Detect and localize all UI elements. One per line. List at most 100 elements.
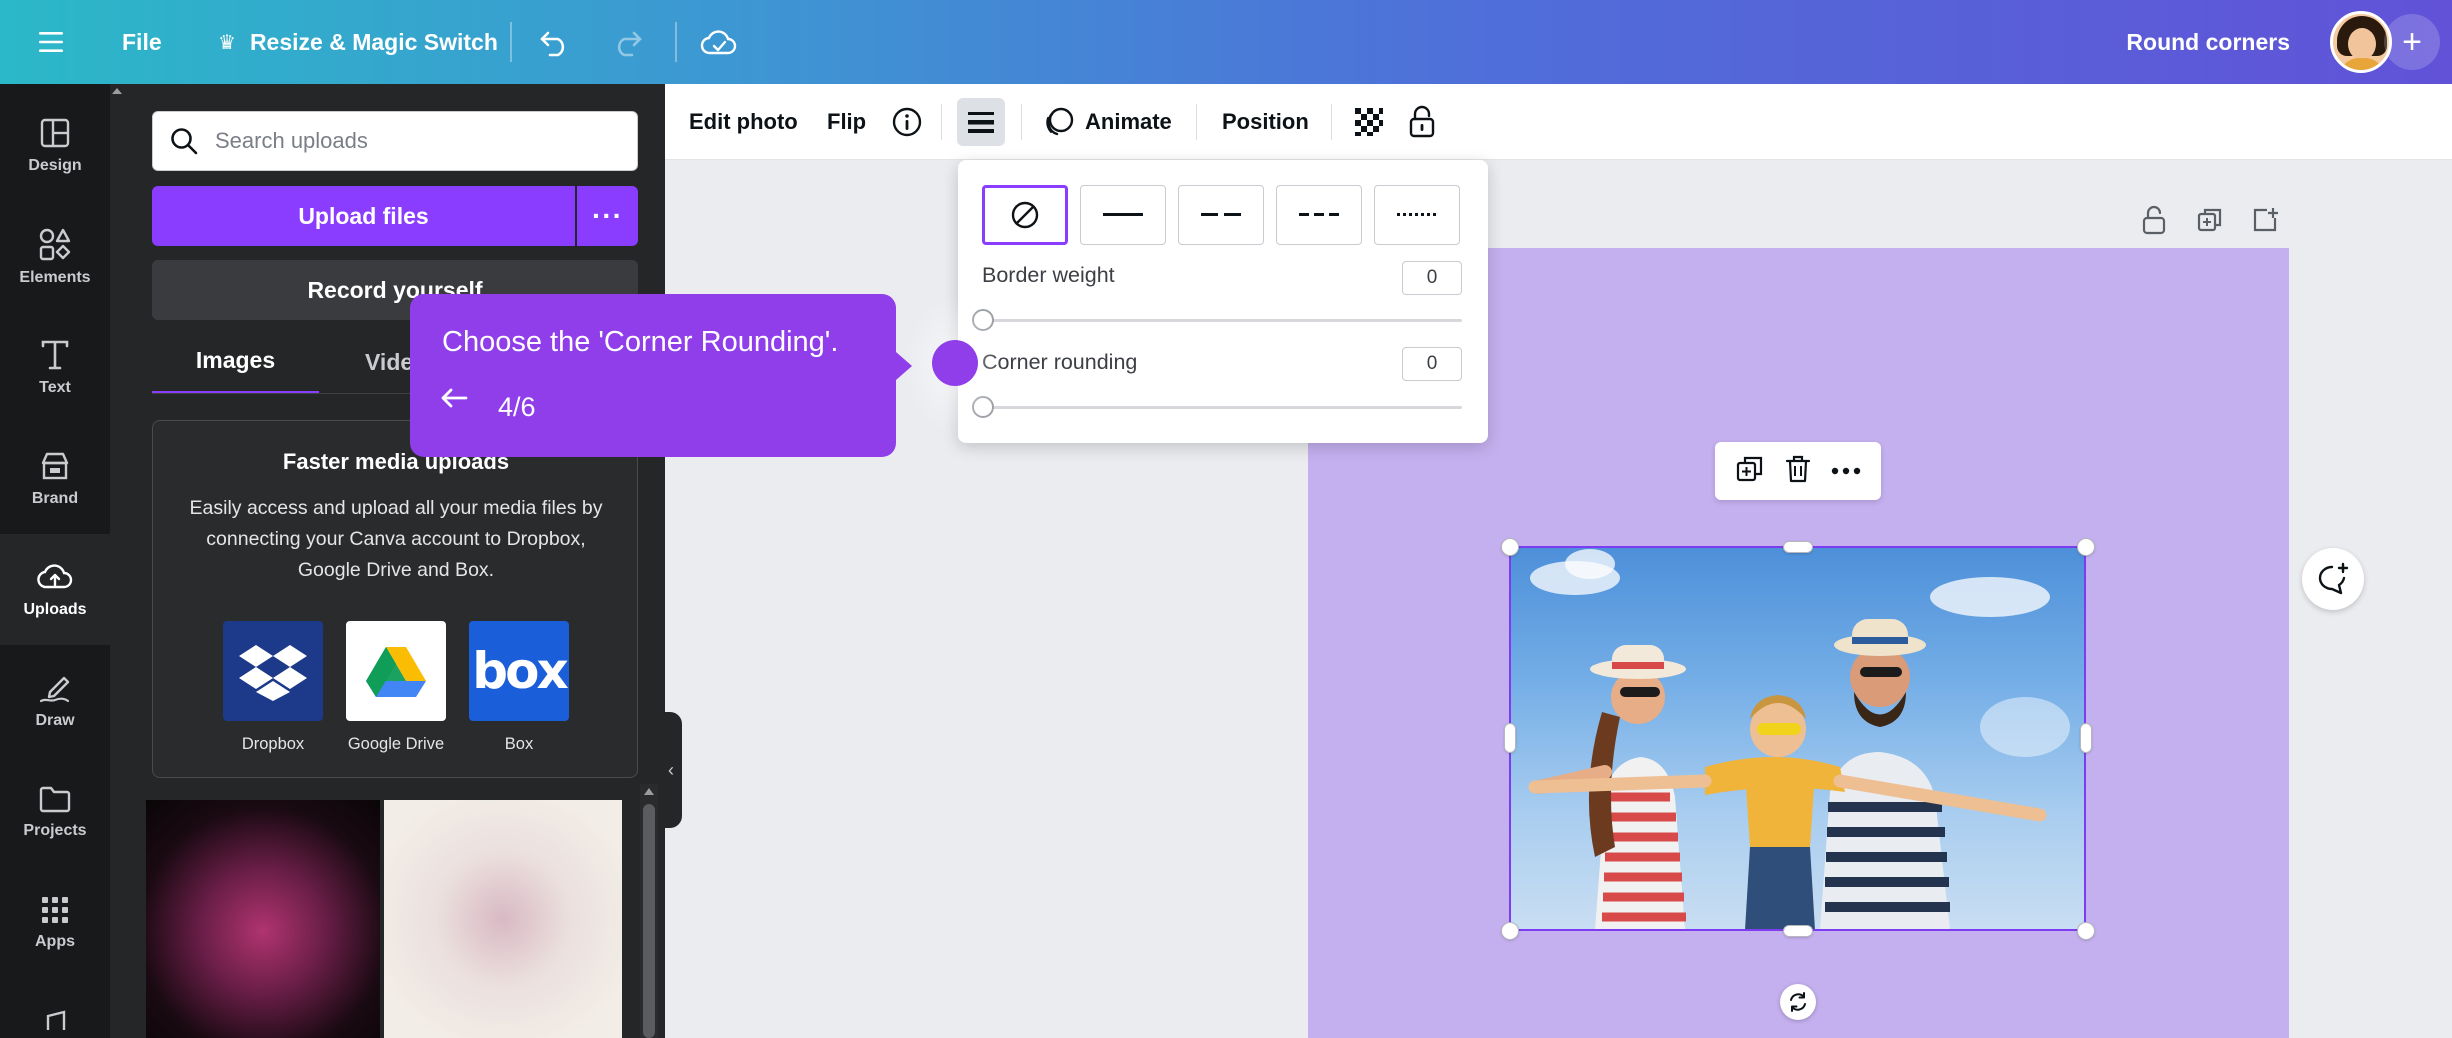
context-toolbar: Edit photo Flip Animate Position <box>665 84 2452 160</box>
add-people-plus-icon[interactable]: + <box>2384 14 2440 70</box>
border-style-solid[interactable] <box>1080 185 1166 245</box>
guide-instruction: Choose the 'Corner Rounding'. <box>442 326 838 359</box>
upload-files-button[interactable]: Upload files <box>152 186 575 246</box>
rotate-icon[interactable] <box>1780 984 1816 1020</box>
divider <box>510 22 512 62</box>
add-comment-icon[interactable] <box>2302 548 2364 610</box>
user-avatar[interactable] <box>2330 11 2392 73</box>
divider <box>941 104 942 140</box>
border-style-long-dash[interactable] <box>1178 185 1264 245</box>
animate-label: Animate <box>1085 109 1172 135</box>
resize-handle-bottom-left[interactable] <box>1502 923 1518 939</box>
rail-item-uploads[interactable]: Uploads <box>0 534 110 645</box>
rail-item-more[interactable] <box>0 978 110 1038</box>
tab-images[interactable]: Images <box>152 330 319 394</box>
undo-icon[interactable] <box>538 0 572 84</box>
rail-label: Projects <box>23 822 86 840</box>
corner-rounding-value[interactable]: 0 <box>1402 347 1462 381</box>
rail-label: Design <box>28 157 81 175</box>
copy-element-icon[interactable] <box>1735 454 1765 489</box>
folder-icon <box>38 784 72 814</box>
collapse-panel-chevron-icon[interactable]: ‹ <box>660 712 682 828</box>
solid-line-icon <box>1103 213 1143 217</box>
resize-handle-top[interactable] <box>1784 542 1812 552</box>
service-label: Dropbox <box>223 735 323 754</box>
rail-label: Uploads <box>23 601 86 619</box>
edit-photo-button[interactable]: Edit photo <box>689 84 798 160</box>
short-dash-icon <box>1299 213 1339 217</box>
google-drive-connect[interactable]: Google Drive <box>346 621 446 754</box>
resize-handle-top-right[interactable] <box>2078 539 2094 555</box>
border-weight-value[interactable]: 0 <box>1402 261 1462 295</box>
rail-item-design[interactable]: Design <box>0 90 110 201</box>
page-lock-icon[interactable] <box>2141 200 2167 240</box>
cloud-upload-icon <box>37 561 73 593</box>
menu-icon[interactable] <box>36 0 70 84</box>
cloud-saved-icon[interactable] <box>700 0 738 84</box>
back-arrow-icon[interactable] <box>440 384 468 416</box>
rail-item-projects[interactable]: Projects <box>0 756 110 867</box>
rail-item-elements[interactable]: Elements <box>0 201 110 312</box>
selection-border <box>1509 546 2086 931</box>
design-icon <box>39 117 71 149</box>
duplicate-page-icon[interactable] <box>2196 200 2224 240</box>
trash-icon[interactable] <box>1784 454 1812 489</box>
rail-label: Elements <box>19 269 90 287</box>
resize-handle-left[interactable] <box>1505 724 1515 752</box>
file-menu-button[interactable]: File <box>122 0 162 84</box>
upload-more-options-icon[interactable]: ··· <box>577 186 638 246</box>
elements-icon <box>38 227 72 261</box>
guide-step-counter: 4/6 <box>498 392 536 423</box>
lock-icon[interactable] <box>1408 84 1436 160</box>
search-uploads-input[interactable] <box>215 128 615 154</box>
design-title[interactable]: Round corners <box>2126 0 2290 84</box>
panel-scrollbar[interactable] <box>640 784 658 1038</box>
redo-icon[interactable] <box>610 0 644 84</box>
draw-pen-icon <box>38 672 72 704</box>
resize-magic-switch-label: Resize & Magic Switch <box>250 29 498 56</box>
corner-rounding-slider[interactable] <box>982 406 1462 409</box>
service-label: Box <box>469 735 569 754</box>
border-style-short-dash[interactable] <box>1276 185 1362 245</box>
border-style-none[interactable] <box>982 185 1068 245</box>
guide-hotspot-dot[interactable] <box>932 340 978 386</box>
add-page-icon[interactable] <box>2251 200 2279 240</box>
search-uploads-field[interactable] <box>152 111 638 171</box>
top-bar: File ♛ Resize & Magic Switch Round corne… <box>0 0 2452 84</box>
resize-handle-top-left[interactable] <box>1502 539 1518 555</box>
border-weight-slider[interactable] <box>982 319 1462 322</box>
resize-handle-bottom-right[interactable] <box>2078 923 2094 939</box>
no-border-icon <box>1009 199 1041 231</box>
guide-tooltip-pointer <box>896 352 912 380</box>
transparency-icon[interactable] <box>1353 84 1385 160</box>
rail-item-apps[interactable]: Apps <box>0 867 110 978</box>
crown-icon: ♛ <box>218 30 236 55</box>
animate-button[interactable]: Animate <box>1043 84 1172 160</box>
resize-handle-bottom[interactable] <box>1784 926 1812 936</box>
uploaded-image-thumbnail[interactable] <box>384 800 622 1038</box>
panel-scroll-up-icon[interactable] <box>112 88 122 94</box>
long-dash-icon <box>1201 213 1241 217</box>
flip-button[interactable]: Flip <box>827 84 866 160</box>
search-icon <box>169 126 199 156</box>
more-options-icon[interactable] <box>1831 462 1861 480</box>
divider <box>1021 104 1022 140</box>
corner-rounding-label: Corner rounding <box>982 350 1137 375</box>
border-style-dotted[interactable] <box>1374 185 1460 245</box>
rail-item-text[interactable]: Text <box>0 312 110 423</box>
left-rail: Design Elements Text Brand Uploads Draw … <box>0 84 110 1038</box>
rail-item-brand[interactable]: Brand <box>0 423 110 534</box>
element-floating-toolbar <box>1715 442 1881 500</box>
resize-magic-switch-button[interactable]: ♛ Resize & Magic Switch <box>218 0 498 84</box>
border-style-icon[interactable] <box>957 98 1005 146</box>
resize-handle-right[interactable] <box>2081 724 2091 752</box>
rail-item-draw[interactable]: Draw <box>0 645 110 756</box>
uploaded-image-thumbnail[interactable] <box>146 800 380 1038</box>
position-button[interactable]: Position <box>1222 84 1309 160</box>
dropbox-connect[interactable]: Dropbox <box>223 621 323 754</box>
rail-label: Draw <box>35 712 74 730</box>
faster-media-uploads-card: Faster media uploads Easily access and u… <box>152 420 638 778</box>
box-connect[interactable]: box Box <box>469 621 569 754</box>
info-icon[interactable] <box>891 84 923 160</box>
service-label: Google Drive <box>346 735 446 754</box>
